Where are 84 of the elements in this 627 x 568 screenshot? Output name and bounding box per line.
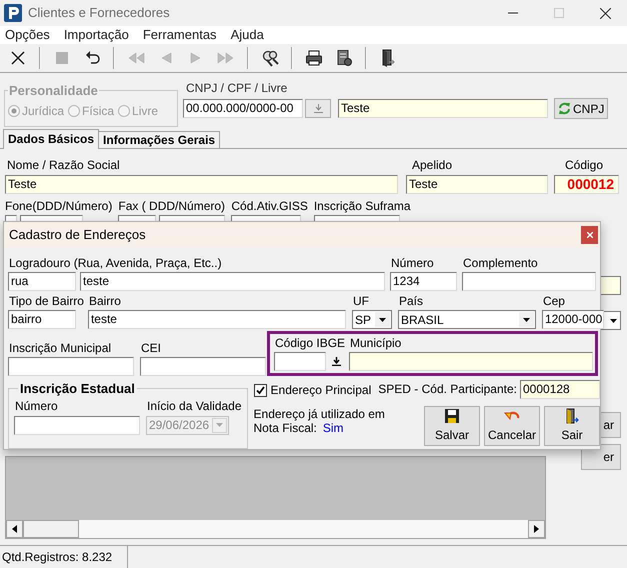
field-label: Número <box>15 398 59 412</box>
field-label: Inscrição Suframa <box>314 199 411 213</box>
input-field[interactable] <box>14 416 140 434</box>
field-label: Fone(DDD/Número) <box>5 199 112 213</box>
input-field[interactable]: Teste <box>406 175 548 194</box>
close-icon[interactable] <box>9 49 27 67</box>
group-title: Inscrição Estadual <box>19 380 136 398</box>
input-field[interactable]: 00.000.000/0000-00 <box>183 99 303 118</box>
scroll-left-button[interactable] <box>6 520 23 538</box>
cnpj-button[interactable]: CNPJ <box>554 98 608 119</box>
input-field[interactable] <box>462 272 596 291</box>
status-text: Qtd.Registros: 8.232 <box>0 546 128 568</box>
field-label: Nome / Razão Social <box>7 158 121 172</box>
field-label: UF <box>352 294 370 308</box>
input-field[interactable] <box>274 352 326 371</box>
field-label: Cep <box>542 294 566 308</box>
group-title: Personalidade <box>8 82 99 100</box>
menu-item[interactable]: Ferramentas <box>142 25 217 45</box>
dropdown-arrow-icon <box>216 423 223 427</box>
field-label: Código IBGE <box>275 336 346 350</box>
field-label: Fax ( DDD/Número) <box>118 199 226 213</box>
download-icon <box>332 357 340 366</box>
dropdown-arrow-icon <box>610 318 617 322</box>
dialog-title: Cadastro de Endereços <box>9 226 146 244</box>
refresh-icon <box>558 102 571 115</box>
input-field[interactable]: 000012 <box>554 175 619 194</box>
field-label: CEI <box>141 341 162 355</box>
field-label: Tipo de Bairro <box>9 294 84 308</box>
close-button[interactable] <box>581 226 598 244</box>
right-arrow-icon <box>534 525 539 533</box>
field-label: Município <box>350 336 402 350</box>
dropdown-arrow-icon <box>378 318 386 322</box>
window-title: Clientes e Fornecedores <box>28 4 170 22</box>
action-button[interactable]: Salvar <box>424 406 480 446</box>
info-value: Sim <box>322 421 344 435</box>
input-field[interactable]: teste <box>80 272 385 291</box>
scroll-right-button[interactable] <box>528 520 545 538</box>
action-button[interactable]: Sair <box>544 406 600 446</box>
input-field[interactable]: 0000128 <box>520 380 600 398</box>
left-arrow-icon <box>12 525 17 533</box>
horizontal-scrollbar[interactable] <box>6 520 545 538</box>
tab[interactable]: Dados Básicos <box>3 129 100 149</box>
field-label: SPED - Cód. Participante: <box>378 382 517 396</box>
action-button[interactable]: Cancelar <box>484 406 540 446</box>
field-label: CNPJ / CPF / Livre <box>186 81 288 95</box>
input-field[interactable]: teste <box>88 310 346 329</box>
info-label: Nota Fiscal: <box>254 421 317 435</box>
close-icon <box>586 232 592 238</box>
tab[interactable]: Informações Gerais <box>99 131 220 148</box>
download-icon <box>314 104 322 113</box>
checkbox-option[interactable]: Endereço Principal <box>254 381 372 399</box>
input-field[interactable] <box>8 357 134 376</box>
input-field[interactable] <box>140 357 266 376</box>
field-label: Número <box>391 256 435 270</box>
info-text: Endereço já utilizado em <box>254 407 385 421</box>
field-label: País <box>398 294 424 308</box>
field-label: Bairro <box>88 294 122 308</box>
scroll-thumb[interactable] <box>23 520 79 538</box>
printer-icon[interactable] <box>305 49 323 67</box>
input-field[interactable]: bairro <box>8 310 76 329</box>
dropdown[interactable]: SP <box>352 310 392 329</box>
search-icon[interactable] <box>261 49 279 67</box>
input-field[interactable]: 1234 <box>390 272 457 291</box>
field-label: Cód.Ativ.GISS <box>231 199 308 213</box>
menu-item[interactable]: Opções <box>5 25 50 45</box>
app-logo-icon <box>4 4 22 22</box>
input-field[interactable]: rua <box>8 272 76 291</box>
field-label: Início da Validade <box>147 398 242 412</box>
document-icon[interactable] <box>335 49 353 67</box>
input-field[interactable]: Teste <box>338 99 548 118</box>
field-label: Código <box>565 158 604 172</box>
dropdown-arrow-icon <box>522 318 530 322</box>
input-field[interactable]: 12000-000 <box>542 310 604 329</box>
menu-item[interactable]: Importação <box>64 25 129 45</box>
field-label: Apelido <box>412 158 454 172</box>
input-field[interactable] <box>349 352 593 371</box>
field-label: Complemento <box>463 256 539 270</box>
dropdown[interactable]: BRASIL <box>398 310 536 329</box>
field-label: Logradouro (Rua, Avenida, Praça, Etc..) <box>9 256 223 270</box>
door-exit-icon <box>564 408 580 424</box>
menu-item[interactable]: Ajuda <box>230 25 264 45</box>
field-label: Inscrição Municipal <box>9 341 112 355</box>
input-field[interactable]: Teste <box>5 175 398 194</box>
close-icon[interactable] <box>600 8 611 18</box>
